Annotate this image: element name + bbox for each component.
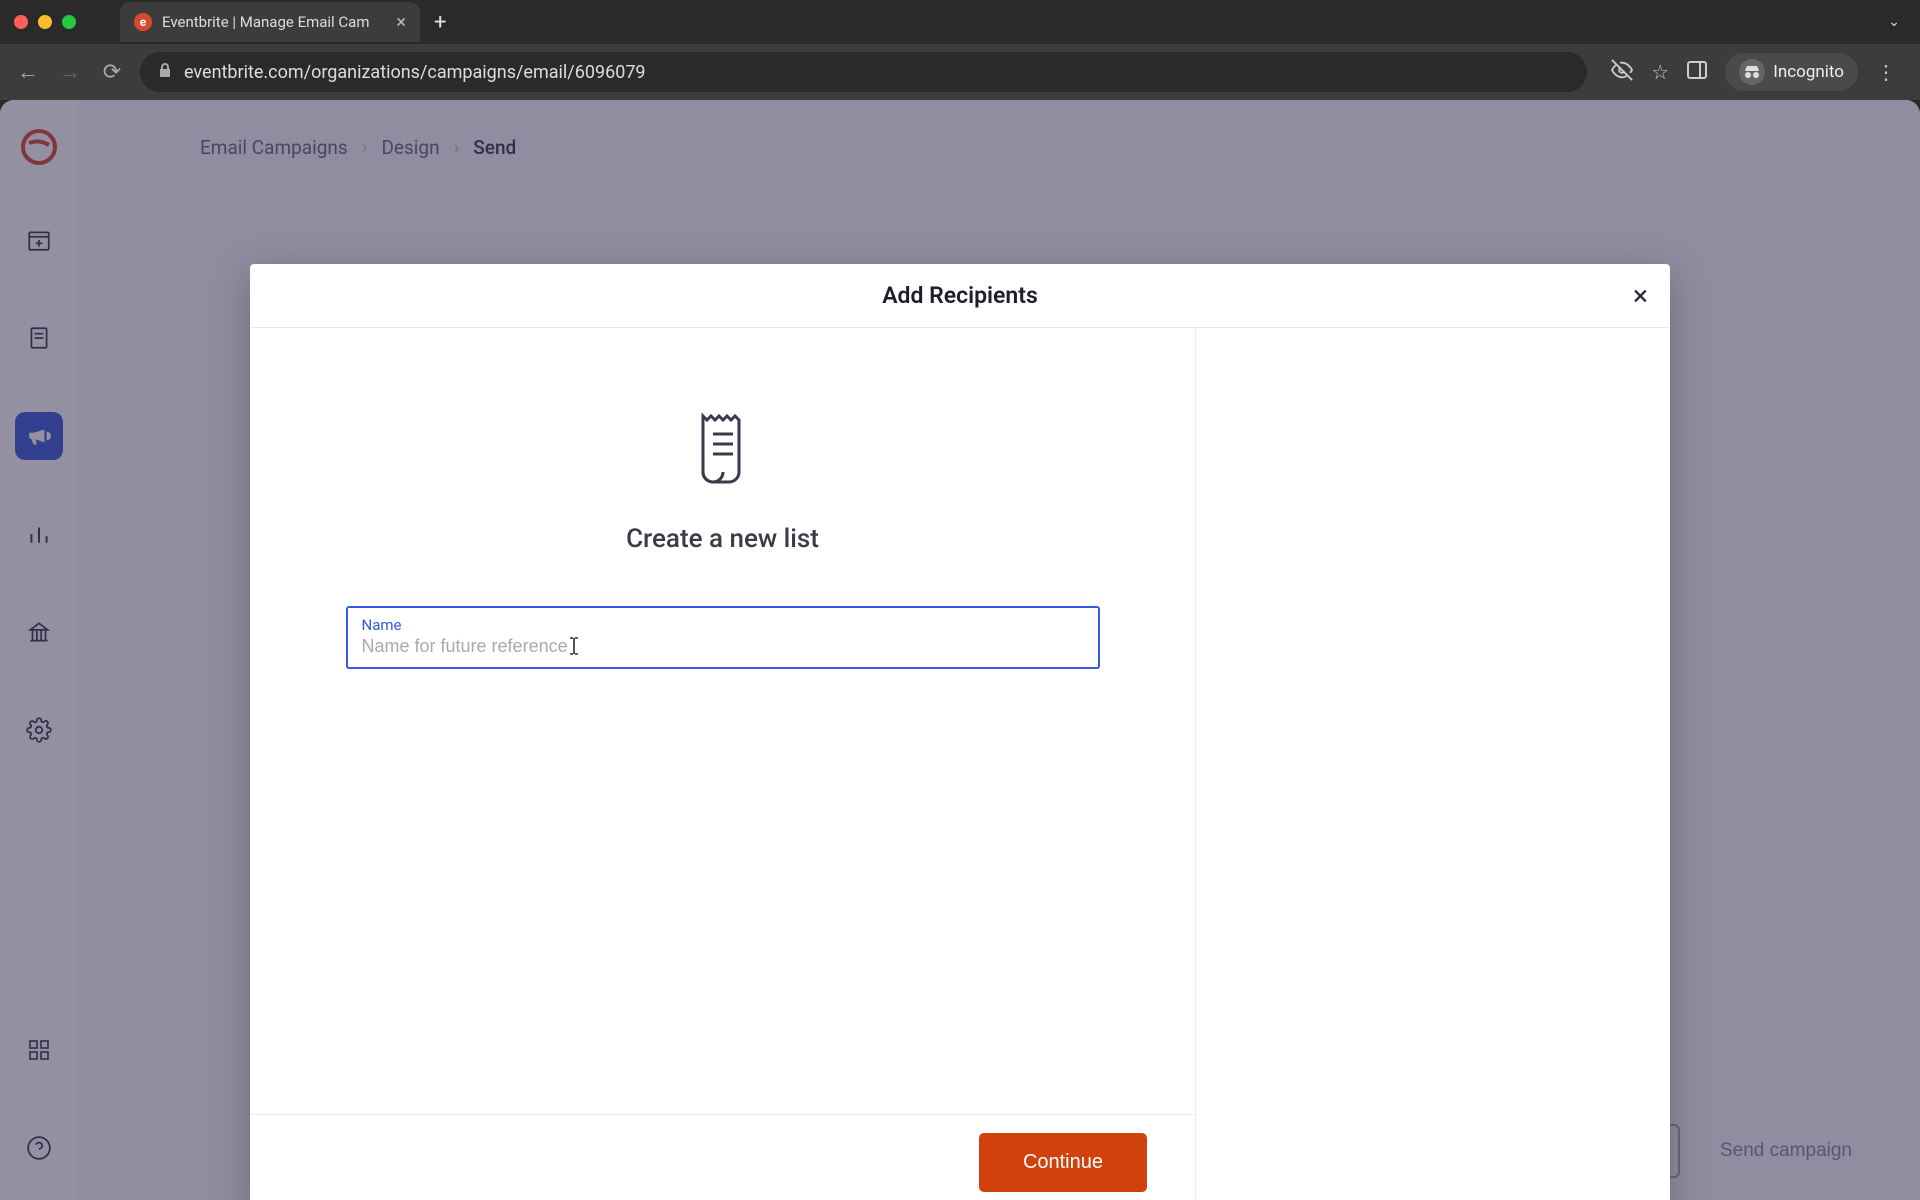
page-area: Email Campaigns › Design › Send Save dra… bbox=[0, 100, 1920, 1200]
modal-header: Add Recipients × bbox=[250, 264, 1670, 328]
browser-tab[interactable]: e Eventbrite | Manage Email Cam × bbox=[120, 2, 420, 42]
continue-button[interactable]: Continue bbox=[979, 1133, 1147, 1192]
new-tab-button[interactable]: + bbox=[434, 10, 446, 35]
browser-toolbar: ← → ⟳ eventbrite.com/organizations/campa… bbox=[0, 44, 1920, 100]
modal-body: Create a new list Name Continue bbox=[250, 328, 1670, 1200]
eye-off-icon[interactable] bbox=[1611, 59, 1633, 86]
browser-tabs-row: e Eventbrite | Manage Email Cam × + bbox=[0, 0, 446, 44]
add-recipients-modal: Add Recipients × Create a new list bbox=[250, 264, 1670, 1200]
tab-title: Eventbrite | Manage Email Cam bbox=[162, 13, 386, 31]
name-field-label: Name bbox=[362, 616, 1084, 634]
modal-title: Add Recipients bbox=[882, 282, 1038, 309]
panel-icon[interactable] bbox=[1687, 60, 1707, 84]
browser-right-icons: ☆ Incognito ⋮ bbox=[1601, 53, 1906, 91]
star-icon[interactable]: ☆ bbox=[1651, 60, 1669, 84]
modal-close-button[interactable]: × bbox=[1633, 282, 1648, 310]
forward-button[interactable]: → bbox=[56, 59, 84, 85]
tabs-dropdown-icon[interactable]: ⌄ bbox=[1888, 14, 1900, 30]
tab-close-icon[interactable]: × bbox=[396, 12, 406, 33]
modal-content: Create a new list Name bbox=[250, 328, 1195, 1114]
address-bar[interactable]: eventbrite.com/organizations/campaigns/e… bbox=[140, 52, 1587, 92]
incognito-indicator[interactable]: Incognito bbox=[1725, 53, 1858, 91]
name-field-wrapper[interactable]: Name bbox=[346, 606, 1100, 669]
modal-left-panel: Create a new list Name Continue bbox=[250, 328, 1196, 1200]
url-text: eventbrite.com/organizations/campaigns/e… bbox=[184, 62, 646, 83]
name-input[interactable] bbox=[362, 636, 1084, 657]
incognito-icon bbox=[1739, 59, 1765, 85]
back-button[interactable]: ← bbox=[14, 59, 42, 85]
modal-heading: Create a new list bbox=[626, 524, 819, 554]
reload-button[interactable]: ⟳ bbox=[98, 60, 126, 85]
eventbrite-favicon-icon: e bbox=[134, 13, 152, 31]
lock-icon bbox=[158, 62, 172, 82]
browser-chrome: e Eventbrite | Manage Email Cam × + ⌄ ← … bbox=[0, 0, 1920, 100]
modal-footer: Continue bbox=[250, 1114, 1195, 1200]
incognito-label: Incognito bbox=[1773, 62, 1844, 82]
list-scroll-icon bbox=[688, 408, 758, 488]
menu-icon[interactable]: ⋮ bbox=[1876, 60, 1896, 84]
modal-right-panel bbox=[1196, 328, 1670, 1200]
